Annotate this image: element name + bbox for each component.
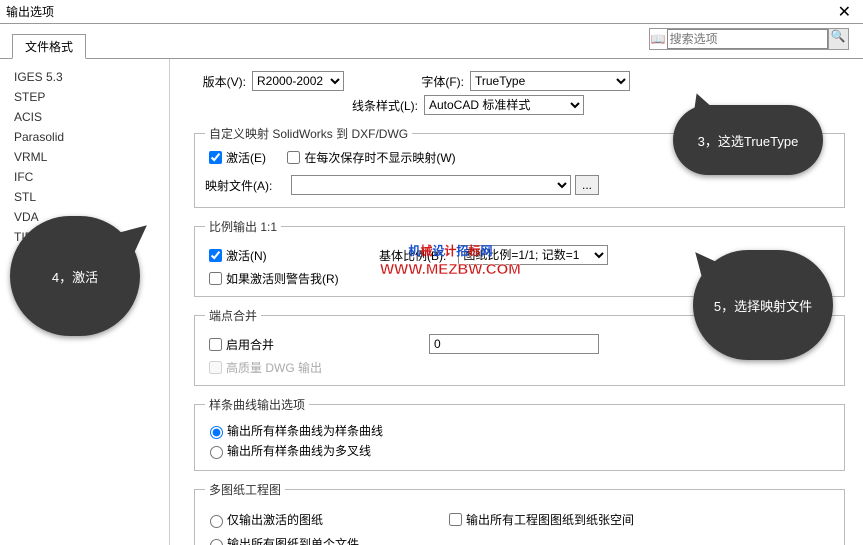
base-scale-label: 基体比例(B): [379, 247, 446, 264]
mapfile-select[interactable] [291, 175, 571, 195]
warn-checkbox[interactable]: 如果激活则警告我(R) [205, 269, 339, 288]
window-title: 输出选项 [6, 3, 54, 20]
merge-legend: 端点合并 [205, 307, 261, 324]
mapfile-label: 映射文件(A): [205, 177, 285, 194]
paper-space-checkbox[interactable]: 输出所有工程图图纸到纸张空间 [445, 510, 634, 529]
merge-value-input[interactable]: 0 [429, 334, 599, 354]
callout-5: 5，选择映射文件 [693, 250, 833, 360]
browse-button[interactable]: ... [575, 175, 599, 195]
activate-checkbox[interactable]: 激活(E) [205, 148, 266, 167]
list-item[interactable]: IFC [0, 167, 169, 187]
spline-radio-2[interactable]: 输出所有样条曲线为多叉线 [205, 442, 834, 459]
multi-group: 多图纸工程图 仅输出激活的图纸 输出所有工程图图纸到纸张空间 输出所有图纸到单个… [194, 481, 845, 545]
search-box[interactable]: 📖 🔍 [649, 28, 849, 50]
search-icon[interactable]: 🔍 [828, 29, 848, 49]
font-label: 字体(F): [344, 73, 464, 90]
scale-activate-checkbox[interactable]: 激活(N) [205, 246, 365, 265]
mapping-legend: 自定义映射 SolidWorks 到 DXF/DWG [205, 125, 412, 142]
spline-radio-1[interactable]: 输出所有样条曲线为样条曲线 [205, 422, 834, 439]
hide-map-checkbox[interactable]: 在每次保存时不显示映射(W) [283, 148, 455, 167]
enable-merge-checkbox[interactable]: 启用合并 [205, 335, 405, 354]
base-scale-select[interactable]: 图纸比例=1/1; 记数=1 [458, 245, 608, 265]
tab-file-format[interactable]: 文件格式 [12, 34, 86, 59]
multi-radio-2[interactable]: 输出所有图纸到单个文件 [205, 535, 834, 545]
spline-group: 样条曲线输出选项 输出所有样条曲线为样条曲线 输出所有样条曲线为多叉线 [194, 396, 845, 471]
font-select[interactable]: TrueType [470, 71, 630, 91]
scale-legend: 比例输出 1:1 [205, 218, 281, 235]
close-icon[interactable]: ✕ [832, 2, 857, 22]
list-item[interactable]: VRML [0, 147, 169, 167]
list-item[interactable]: ACIS [0, 107, 169, 127]
list-item[interactable]: IGES 5.3 [0, 67, 169, 87]
version-label: 版本(V): [194, 73, 246, 90]
linestyle-select[interactable]: AutoCAD 标准样式 [424, 95, 584, 115]
list-item[interactable]: Parasolid [0, 127, 169, 147]
spline-legend: 样条曲线输出选项 [205, 396, 309, 413]
multi-legend: 多图纸工程图 [205, 481, 285, 498]
list-item[interactable]: STEP [0, 87, 169, 107]
search-input[interactable] [667, 29, 828, 49]
hq-dwg-checkbox: 高质量 DWG 输出 [205, 358, 322, 377]
book-icon: 📖 [650, 32, 667, 46]
list-item[interactable]: STL [0, 187, 169, 207]
linestyle-label: 线条样式(L): [194, 97, 418, 114]
callout-4: 4，激活 [10, 216, 140, 336]
version-select[interactable]: R2000-2002 [252, 71, 344, 91]
multi-radio-1[interactable]: 仅输出激活的图纸 [205, 511, 445, 528]
callout-3: 3，这选TrueType [673, 105, 823, 175]
